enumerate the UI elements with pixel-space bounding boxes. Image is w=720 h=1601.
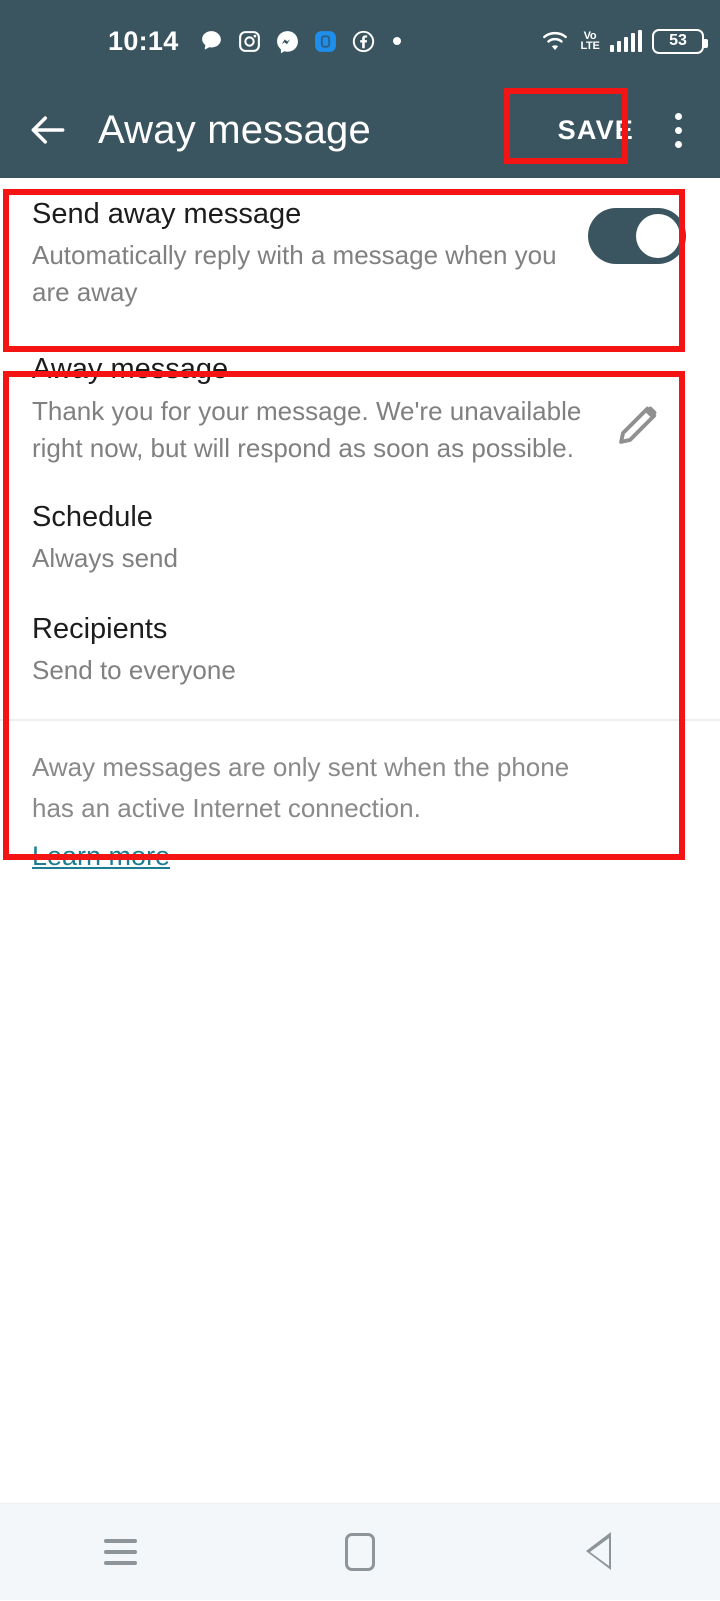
footer-note-text: Away messages are only sent when the pho… — [32, 752, 570, 823]
schedule-row[interactable]: Schedule Always send — [0, 474, 720, 586]
status-bar-notification-icons — [199, 29, 401, 54]
send-away-message-text: Send away message Automatically reply wi… — [32, 196, 588, 311]
toggle-knob — [636, 214, 680, 258]
app-bar: Away message SAVE — [0, 82, 720, 178]
wifi-icon — [543, 31, 568, 51]
status-bar-right: Vo LTE 53 — [540, 0, 708, 82]
schedule-value: Always send — [32, 543, 178, 574]
nav-home-button[interactable] — [305, 1504, 415, 1601]
facebook-icon — [352, 30, 374, 52]
recents-icon — [103, 1539, 137, 1565]
instagram-icon — [238, 30, 260, 52]
away-message-row[interactable]: Away message Thank you for your message.… — [0, 333, 720, 475]
home-icon — [345, 1533, 375, 1571]
send-away-message-subtitle: Automatically reply with a message when … — [32, 240, 557, 308]
nav-back-button[interactable] — [545, 1504, 655, 1601]
dot-icon — [392, 37, 401, 45]
recipients-row[interactable]: Recipients Send to everyone — [0, 585, 720, 720]
blue-app-icon — [314, 30, 336, 52]
send-away-message-row[interactable]: Send away message Automatically reply wi… — [0, 178, 720, 334]
back-arrow-icon[interactable] — [26, 108, 70, 152]
status-bar-clock: 10:14 — [108, 25, 179, 56]
system-navigation-bar — [0, 1503, 720, 1600]
send-away-message-toggle[interactable] — [588, 208, 686, 264]
signal-strength-icon — [609, 30, 642, 52]
volte-indicator: Vo LTE — [580, 30, 600, 52]
send-away-message-title: Send away message — [32, 198, 302, 230]
speech-bubble-icon — [201, 30, 221, 49]
pencil-icon[interactable] — [612, 399, 664, 451]
battery-icon: 53 — [652, 28, 708, 54]
page-title: Away message — [98, 107, 371, 152]
away-message-value: Thank you for your message. We're unavai… — [32, 395, 582, 463]
messenger-icon — [276, 30, 298, 53]
back-icon — [586, 1532, 614, 1572]
schedule-title: Schedule — [32, 500, 153, 533]
battery-percent-label: 53 — [669, 32, 687, 49]
away-message-text: Away message Thank you for your message.… — [32, 351, 612, 466]
recipients-title: Recipients — [32, 613, 168, 646]
status-bar-left: 10:14 — [108, 0, 401, 82]
away-message-title: Away message — [32, 353, 229, 386]
learn-more-link[interactable]: Learn more — [32, 836, 170, 878]
footer-note: Away messages are only sent when the pho… — [0, 721, 640, 877]
recipients-value: Send to everyone — [32, 655, 236, 686]
nav-recents-button[interactable] — [65, 1504, 175, 1601]
status-bar: 10:14 Vo LTE 53 — [0, 0, 720, 82]
settings-content: Send away message Automatically reply wi… — [0, 178, 720, 878]
save-button[interactable]: SAVE — [546, 101, 646, 160]
overflow-menu-icon[interactable] — [656, 108, 700, 152]
